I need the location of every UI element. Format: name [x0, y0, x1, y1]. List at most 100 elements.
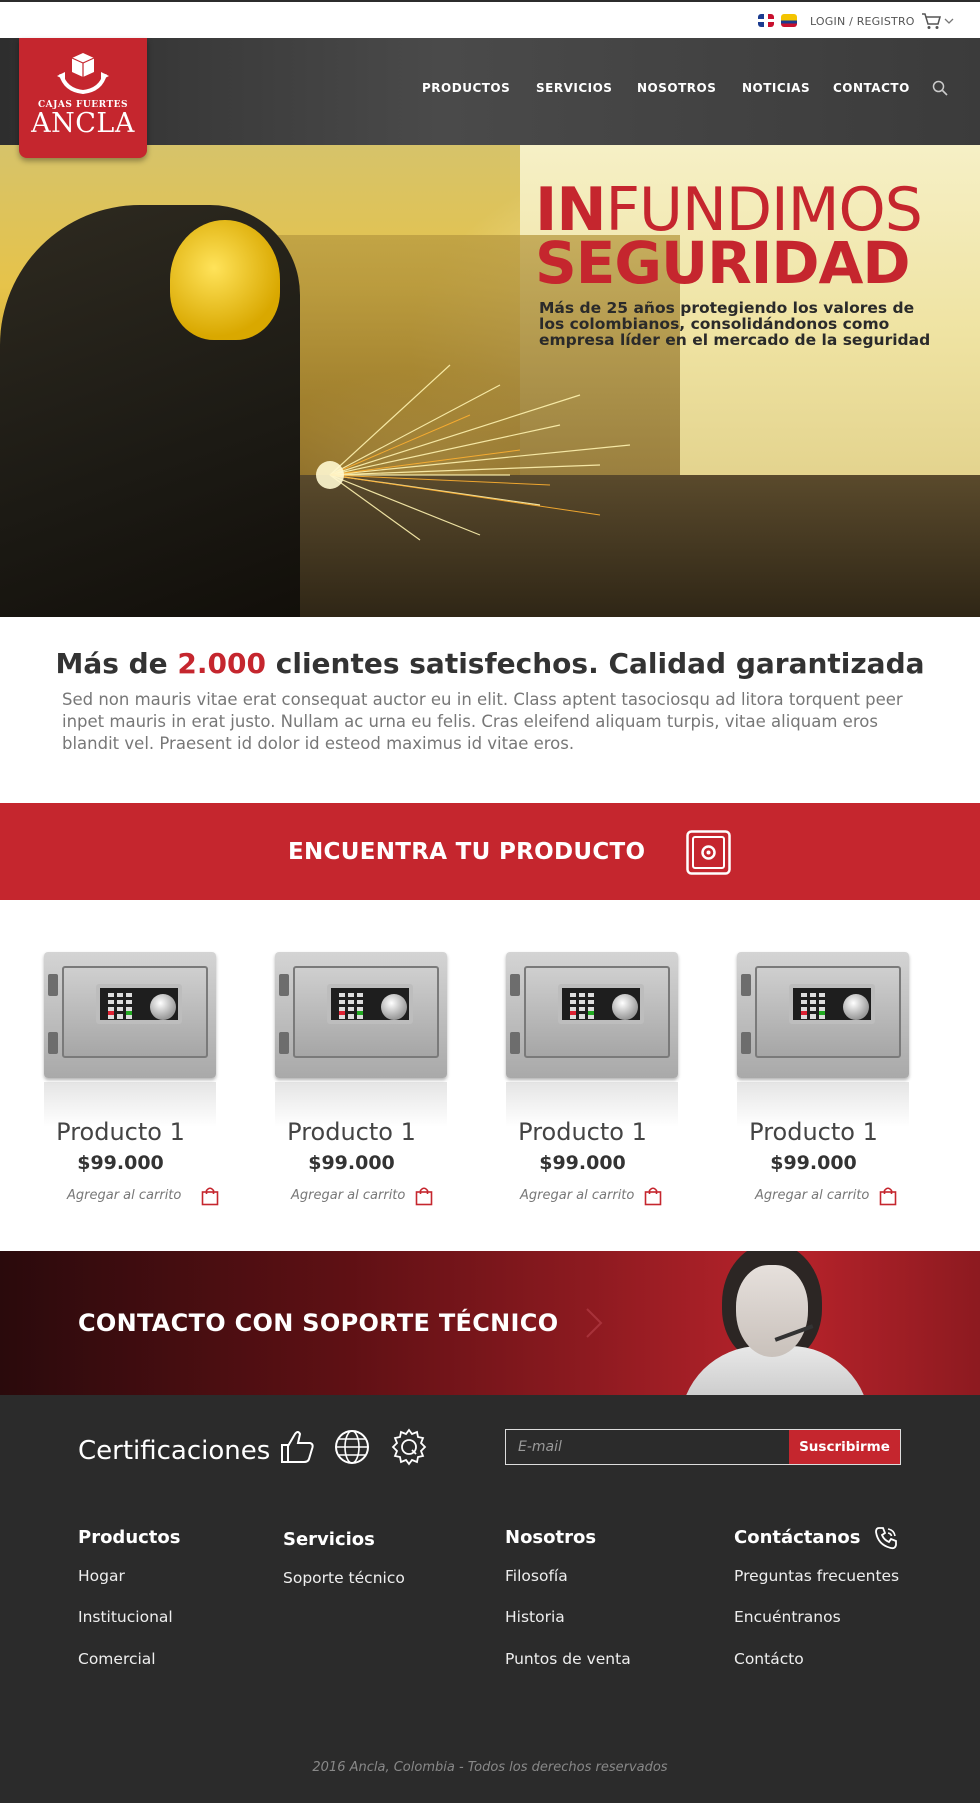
- add-to-cart-link[interactable]: Agregar al carrito: [520, 1188, 634, 1203]
- tech-support-banner[interactable]: CONTACTO CON SOPORTE TÉCNICO: [0, 1251, 980, 1395]
- footer-column-title[interactable]: Contáctanos: [734, 1527, 860, 1548]
- nav-contacto[interactable]: CONTACTO: [833, 81, 910, 95]
- find-product-title: ENCUENTRA TU PRODUCTO: [288, 839, 646, 865]
- product-grid: Producto 1 $99.000 Agregar al carrito Pr…: [0, 900, 980, 1251]
- product-price: $99.000: [539, 1152, 626, 1174]
- product-price: $99.000: [77, 1152, 164, 1174]
- footer-column-title[interactable]: Servicios: [283, 1529, 375, 1550]
- email-input[interactable]: [506, 1430, 789, 1464]
- nav-servicios[interactable]: SERVICIOS: [536, 81, 612, 95]
- safe-door: [524, 966, 670, 1058]
- product-name[interactable]: Producto 1: [711, 1118, 916, 1146]
- quality-gear-icon: [391, 1428, 427, 1466]
- logo-name: ANCLA: [31, 108, 135, 139]
- safe-hinge: [510, 974, 520, 996]
- login-register-link[interactable]: LOGIN / REGISTRO: [810, 15, 915, 28]
- brand-logo[interactable]: CAJAS FUERTES ANCLA: [19, 38, 147, 158]
- product-card[interactable]: Producto 1 $99.000 Agregar al carrito: [711, 952, 911, 1242]
- product-card[interactable]: Producto 1 $99.000 Agregar al carrito: [18, 952, 219, 1242]
- tech-support-title[interactable]: CONTACTO CON SOPORTE TÉCNICO: [78, 1309, 558, 1337]
- certifications-title: Certificaciones: [78, 1436, 271, 1466]
- colombia-flag-icon[interactable]: [781, 14, 797, 27]
- safe-door: [755, 966, 901, 1058]
- product-card[interactable]: Producto 1 $99.000 Agregar al carrito: [480, 952, 680, 1242]
- add-to-cart-link[interactable]: Agregar al carrito: [291, 1188, 405, 1203]
- safe-dial: [843, 994, 869, 1020]
- safe-door: [62, 966, 208, 1058]
- safe-hinge: [48, 974, 58, 996]
- footer-column-title[interactable]: Productos: [78, 1527, 181, 1548]
- subscribe-button[interactable]: Suscribirme: [789, 1430, 900, 1464]
- footer-link-contacto[interactable]: Contácto: [734, 1650, 804, 1668]
- nav-productos[interactable]: PRODUCTOS: [422, 81, 510, 95]
- shopping-bag-icon[interactable]: [201, 1186, 219, 1206]
- footer-link-historia[interactable]: Historia: [505, 1608, 565, 1626]
- safe-dial: [381, 994, 407, 1020]
- shopping-bag-icon[interactable]: [644, 1186, 662, 1206]
- product-price: $99.000: [308, 1152, 395, 1174]
- sparks-graphic: [316, 364, 631, 541]
- top-utility-bar: LOGIN / REGISTRO: [0, 0, 980, 38]
- add-to-cart-link[interactable]: Agregar al carrito: [755, 1188, 869, 1203]
- anchor-box-logo-icon: [57, 53, 109, 95]
- safe-door: [293, 966, 439, 1058]
- product-name[interactable]: Producto 1: [249, 1118, 454, 1146]
- footer-link-encuentranos[interactable]: Encuéntranos: [734, 1608, 841, 1626]
- safe-keypad-panel: [96, 984, 182, 1024]
- product-card[interactable]: Producto 1 $99.000 Agregar al carrito: [249, 952, 449, 1242]
- footer-column-servicios: Servicios Soporte técnico: [283, 1529, 405, 1587]
- cart-icon[interactable]: [921, 12, 941, 30]
- phone-icon: [875, 1527, 897, 1550]
- safe-hinge: [279, 974, 289, 996]
- footer-column-nosotros: Nosotros Filosofía Historia Puntos de ve…: [505, 1527, 631, 1668]
- product-image[interactable]: [506, 952, 678, 1127]
- footer-link-institucional[interactable]: Institucional: [78, 1608, 173, 1626]
- newsletter-form: Suscribirme: [505, 1429, 901, 1465]
- thumbs-up-icon: [281, 1431, 314, 1463]
- intro-title: Más de 2.000 clientes satisfechos. Calid…: [55, 647, 925, 680]
- site-footer: Certificaciones Suscribirme Productos Ho…: [0, 1395, 980, 1803]
- hero-banner: INFUNDIMOS SEGURIDAD Más de 25 años prot…: [0, 145, 980, 617]
- shopping-bag-icon[interactable]: [415, 1186, 433, 1206]
- chevron-down-icon[interactable]: [944, 17, 954, 25]
- safe-icon: [686, 830, 731, 875]
- product-name[interactable]: Producto 1: [18, 1118, 223, 1146]
- add-to-cart-link[interactable]: Agregar al carrito: [67, 1188, 181, 1203]
- product-price: $99.000: [770, 1152, 857, 1174]
- footer-link-soporte-tecnico[interactable]: Soporte técnico: [283, 1569, 405, 1587]
- safe-hinge: [48, 1032, 58, 1054]
- footer-link-comercial[interactable]: Comercial: [78, 1650, 156, 1668]
- footer-column-title[interactable]: Nosotros: [505, 1527, 596, 1548]
- product-image[interactable]: [275, 952, 447, 1127]
- safe-keypad-panel: [558, 984, 644, 1024]
- footer-column-productos: Productos Hogar Institucional Comercial: [78, 1527, 181, 1668]
- footer-link-hogar[interactable]: Hogar: [78, 1567, 125, 1585]
- nav-nosotros[interactable]: NOSOTROS: [637, 81, 716, 95]
- safe-dial: [612, 994, 638, 1020]
- safe-hinge: [741, 1032, 751, 1054]
- chevron-right-icon[interactable]: [584, 1307, 604, 1339]
- product-name[interactable]: Producto 1: [480, 1118, 685, 1146]
- find-product-band[interactable]: ENCUENTRA TU PRODUCTO: [0, 803, 980, 900]
- hero-title-line2: SEGURIDAD: [535, 229, 911, 297]
- footer-link-filosofia[interactable]: Filosofía: [505, 1567, 568, 1585]
- search-icon[interactable]: [932, 80, 948, 96]
- globe-icon: [335, 1430, 369, 1464]
- footer-link-preguntas-frecuentes[interactable]: Preguntas frecuentes: [734, 1567, 899, 1585]
- intro-section: Más de 2.000 clientes satisfechos. Calid…: [0, 617, 980, 803]
- footer-column-contactanos: Contáctanos Preguntas frecuentes Encuént…: [734, 1527, 899, 1668]
- nav-noticias[interactable]: NOTICIAS: [742, 81, 810, 95]
- product-image[interactable]: [44, 952, 216, 1127]
- support-agent-photo: [680, 1251, 870, 1395]
- dominican-republic-flag-icon[interactable]: [758, 14, 774, 27]
- safe-hinge: [510, 1032, 520, 1054]
- footer-link-puntos-de-venta[interactable]: Puntos de venta: [505, 1650, 631, 1668]
- safe-keypad-panel: [327, 984, 413, 1024]
- safe-hinge: [279, 1032, 289, 1054]
- safe-hinge: [741, 974, 751, 996]
- safe-dial: [150, 994, 176, 1020]
- copyright-text: 2016 Ancla, Colombia - Todos los derecho…: [312, 1760, 668, 1775]
- hero-subtitle: Más de 25 años protegiendo los valores d…: [539, 299, 931, 349]
- product-image[interactable]: [737, 952, 909, 1127]
- shopping-bag-icon[interactable]: [879, 1186, 897, 1206]
